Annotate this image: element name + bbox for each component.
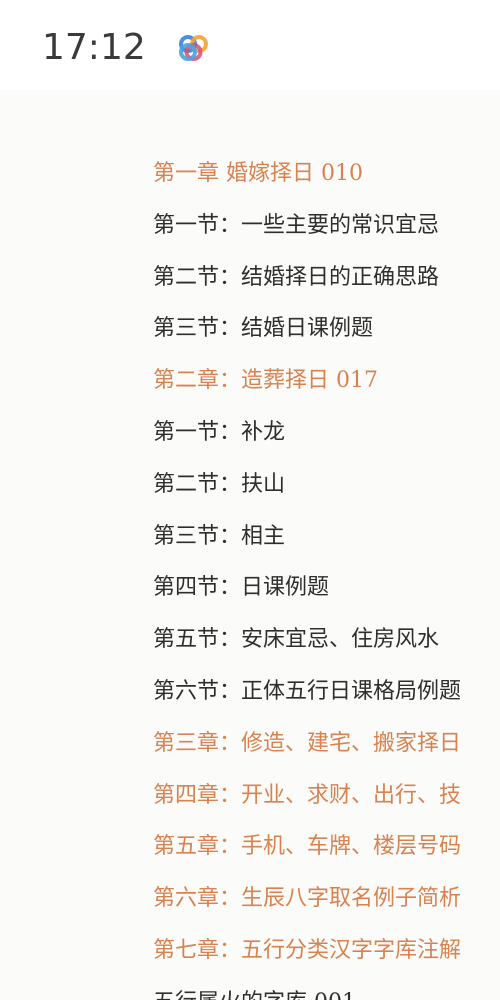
toc-chapter-line: 第四章：开业、求财、出行、技 [153,782,462,808]
toc-chapter-line: 第一章 婚嫁择日 010 [153,161,363,186]
phone-screen: 17:12 第一章 婚嫁择日 010 第一节：一些主要的常识宜忌 第二节：结婚择日的… [0,0,500,1000]
toc-chapter-line: 第六章：生辰八字取名例子简析 [153,886,462,912]
toc-chapter-line: 第五章：手机、车牌、楼层号码 [153,834,462,860]
document-page[interactable]: 第一章 婚嫁择日 010 第一节：一些主要的常识宜忌 第二节：结婚择日的正确思路 第三… [0,90,500,1000]
status-time: 17:12 [42,27,146,68]
toc-chapter-line: 第二章：造葬择日 017 [153,368,378,394]
toc-section-line: 第一节：补龙 [153,420,286,445]
toc-section-line: 第一节：一些主要的常识宜忌 [153,212,440,238]
toc-section-line: 第三节：结婚日课例题 [153,316,374,342]
toc-section-line: 五行属火的字库 001 [153,987,356,1000]
toc-chapter-line: 第七章：五行分类汉字字库注解 [153,938,462,963]
status-bar: 17:12 [0,0,500,90]
toc-section-line: 第四节：日课例题 [153,575,330,601]
toc-section-line: 第六节：正体五行日课格局例题 [153,679,462,704]
toc-chapter-line: 第三章：修造、建宅、搬家择日 [153,730,462,756]
toc-section-line: 第五节：安床宜忌、住房风水 [153,627,440,653]
toc-section-line: 第三节：相主 [153,523,286,549]
toc-section-line: 第二节：结婚择日的正确思路 [153,264,440,290]
toc-section-line: 第二节：扶山 [153,471,286,497]
cloud-drive-icon [179,35,208,61]
